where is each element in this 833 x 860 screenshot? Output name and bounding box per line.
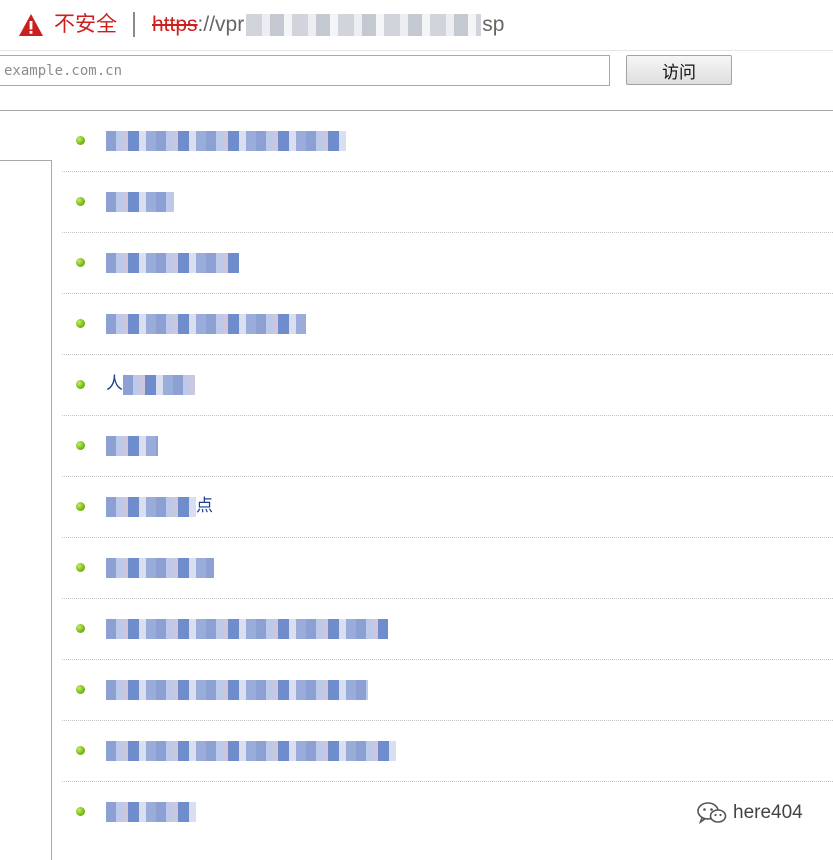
link-list: 人 点: [62, 111, 833, 842]
bullet-icon: [76, 197, 85, 206]
bullet-icon: [76, 502, 85, 511]
redacted-text-block: [106, 191, 174, 212]
redacted-text-block: [106, 801, 196, 822]
list-item: 人: [62, 355, 833, 416]
list-item-link[interactable]: [106, 188, 174, 214]
url-scheme: https: [152, 13, 198, 36]
address-divider: [133, 12, 135, 37]
list-item-link[interactable]: [106, 737, 396, 763]
list-item-link[interactable]: [106, 676, 368, 702]
url-tail: sp: [482, 13, 505, 36]
list-item-link[interactable]: [106, 798, 196, 824]
visit-form: 访问: [0, 51, 833, 111]
redacted-text-block: [106, 496, 196, 517]
bullet-icon: [76, 685, 85, 694]
list-item-link[interactable]: [106, 554, 214, 580]
bullet-icon: [76, 136, 85, 145]
url-separator: ://: [197, 13, 216, 36]
visit-button[interactable]: 访问: [626, 55, 732, 85]
redacted-text-block: [106, 618, 388, 639]
link-text: 点: [196, 496, 213, 515]
redacted-text-block: [106, 252, 239, 273]
list-item: [62, 416, 833, 477]
security-status-label[interactable]: 不安全: [54, 12, 117, 38]
redacted-text-block: [106, 557, 214, 578]
url-display[interactable]: https://vpr sp: [152, 12, 504, 38]
redacted-text-block: [106, 435, 158, 456]
list-item: 点: [62, 477, 833, 538]
bullet-icon: [76, 258, 85, 267]
list-item-link[interactable]: 人: [106, 371, 195, 397]
left-sidebar-panel: [0, 160, 52, 860]
list-item-link[interactable]: [106, 432, 158, 458]
watermark-text: here404: [733, 802, 803, 823]
list-item: [62, 172, 833, 233]
url-input[interactable]: [0, 55, 610, 86]
url-host-start: vpr: [215, 13, 245, 36]
list-item: [62, 111, 833, 172]
bullet-icon: [76, 807, 85, 816]
bullet-icon: [76, 380, 85, 389]
list-item-link[interactable]: [106, 615, 388, 641]
list-item-link[interactable]: [106, 249, 239, 275]
list-item-link[interactable]: [106, 310, 306, 336]
list-item: [62, 233, 833, 294]
list-item-link[interactable]: [106, 127, 346, 153]
bullet-icon: [76, 563, 85, 572]
list-item: [62, 599, 833, 660]
bullet-icon: [76, 441, 85, 450]
url-redacted-block: [246, 14, 482, 37]
watermark: here404: [697, 799, 803, 827]
bullet-icon: [76, 624, 85, 633]
list-item: [62, 538, 833, 599]
list-item: [62, 721, 833, 782]
link-text: 人: [106, 374, 123, 393]
list-item: [62, 660, 833, 721]
redacted-text-block: [123, 374, 195, 395]
bullet-icon: [76, 319, 85, 328]
warning-icon: [19, 14, 43, 36]
bullet-icon: [76, 746, 85, 755]
redacted-text-block: [106, 313, 306, 334]
redacted-text-block: [106, 130, 346, 151]
redacted-text-block: [106, 679, 368, 700]
redacted-text-block: [106, 740, 396, 761]
list-item-link[interactable]: 点: [106, 493, 213, 519]
address-bar: 不安全 https://vpr sp: [0, 0, 833, 51]
list-item: [62, 294, 833, 355]
wechat-icon: [697, 802, 727, 825]
